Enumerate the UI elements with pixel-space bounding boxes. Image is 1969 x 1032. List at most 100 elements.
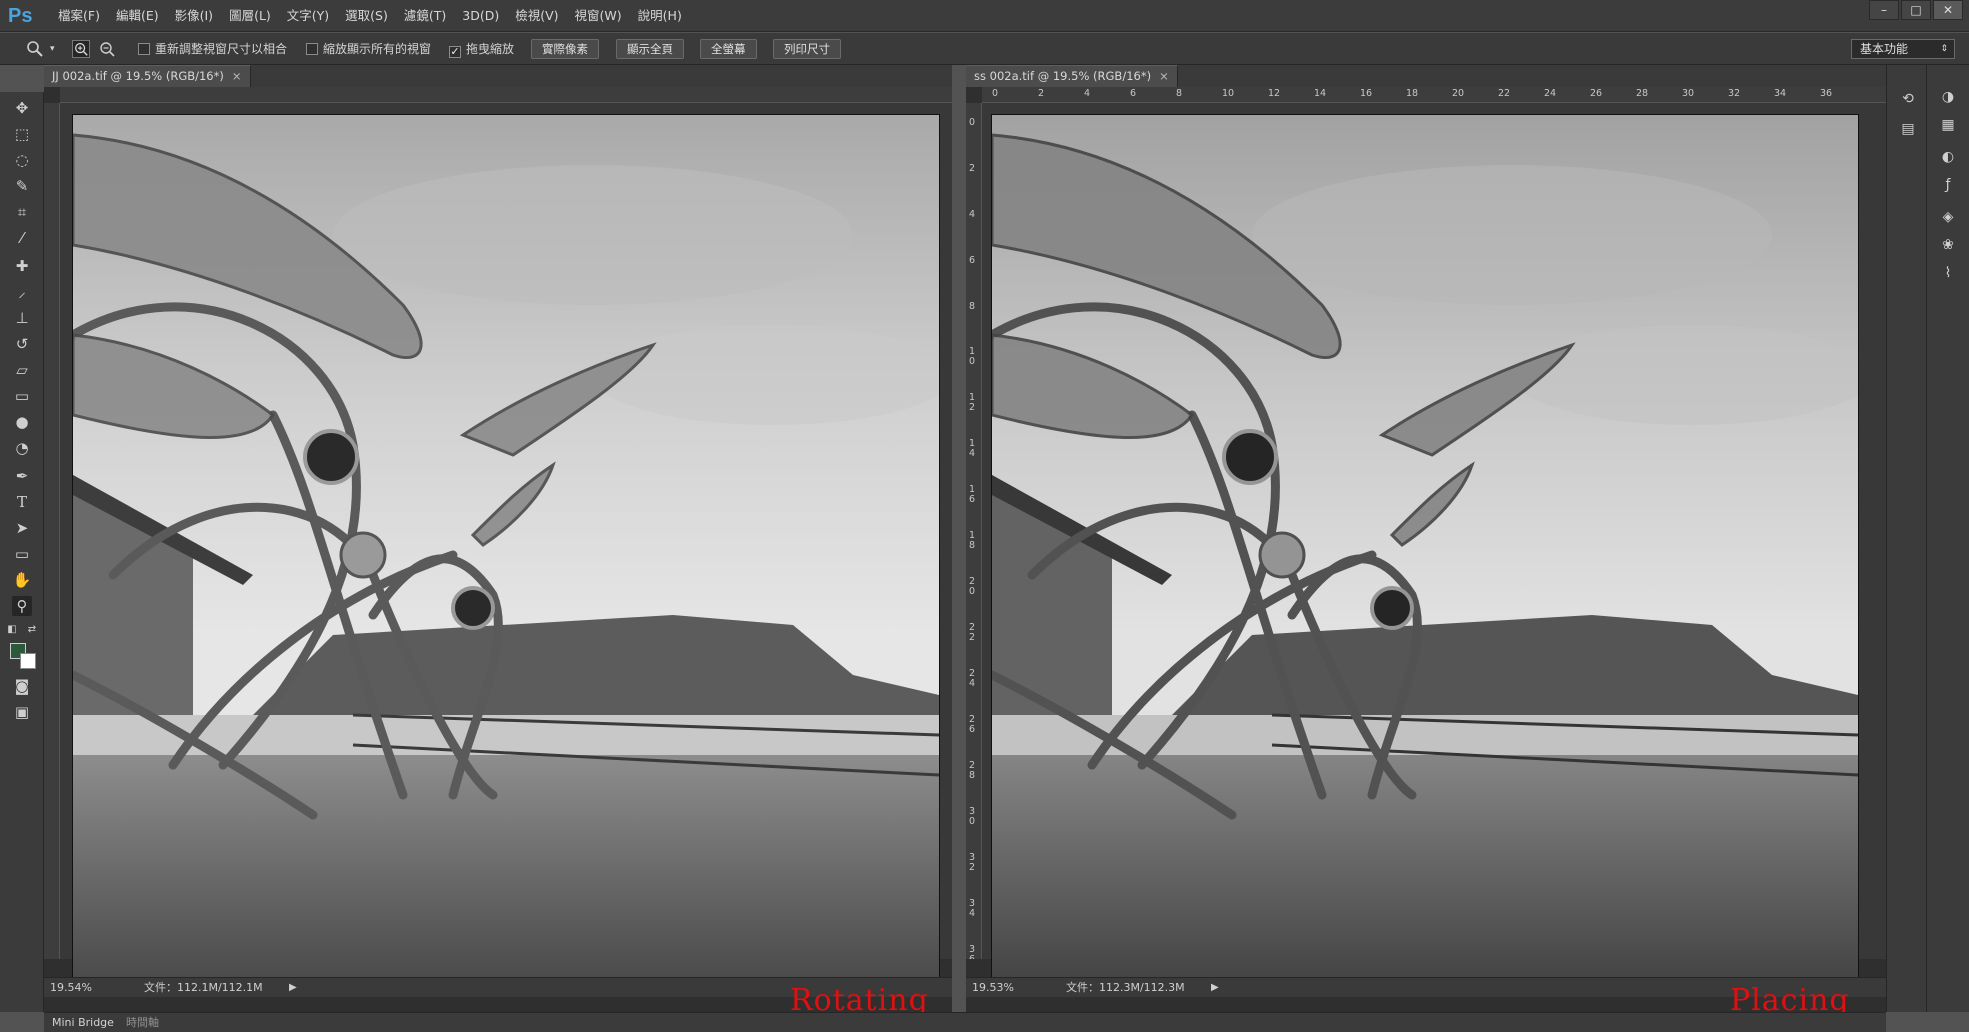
menu-window[interactable]: 視窗(W) — [567, 0, 630, 32]
toolbox: ✥ ⬚ ◌ ✎ ⌗ ⁄ ✚ ⸝ ⊥ ↺ ▱ ▭ ● ◔ ✒ T ➤ ▭ ✋ ⚲ … — [0, 92, 44, 1012]
ruler-label: 28 — [969, 760, 976, 781]
brush-icon[interactable]: ⸝ — [12, 282, 32, 302]
chevron-down-icon[interactable]: ▾ — [50, 39, 55, 59]
clone-stamp-icon[interactable]: ⊥ — [12, 308, 32, 328]
adjustments-panel-icon[interactable]: ◐ — [1938, 147, 1958, 167]
blur-icon[interactable]: ● — [12, 412, 32, 432]
zoom-tool-preset-icon[interactable] — [26, 40, 44, 58]
ruler-label: 6 — [969, 255, 976, 266]
quick-select-icon[interactable]: ✎ — [12, 176, 32, 196]
ruler-label: 26 — [969, 714, 976, 735]
document-tab-left[interactable]: JJ 002a.tif @ 19.5% (RGB/16*) × — [44, 65, 251, 87]
close-button[interactable]: ✕ — [1933, 0, 1963, 20]
ruler-label: 8 — [1176, 88, 1183, 99]
panel-icons-dock: ◑ ▦ ◐ ƒ ◈ ❀ ⌇ — [1926, 65, 1969, 1012]
healing-brush-icon[interactable]: ✚ — [12, 256, 32, 276]
scrubby-zoom-option[interactable]: ✓ 拖曳縮放 — [449, 39, 514, 59]
dodge-icon[interactable]: ◔ — [12, 438, 32, 458]
fit-screen-button[interactable]: 顯示全頁 — [616, 39, 684, 59]
screen-mode-icon[interactable]: ▣ — [12, 702, 32, 722]
zoom-level[interactable]: 19.54% — [50, 978, 92, 997]
document-tab-right[interactable]: ss 002a.tif @ 19.5% (RGB/16*) × — [966, 65, 1178, 87]
resize-windows-checkbox[interactable] — [138, 43, 150, 55]
path-select-icon[interactable]: ➤ — [12, 518, 32, 538]
type-icon[interactable]: T — [12, 492, 32, 512]
color-panel-icon[interactable]: ◑ — [1938, 87, 1958, 107]
menu-filter[interactable]: 濾鏡(T) — [396, 0, 454, 32]
ruler-label: 16 — [1360, 88, 1373, 99]
move-icon[interactable]: ✥ — [12, 98, 32, 118]
swatches-panel-icon[interactable]: ▦ — [1938, 115, 1958, 135]
zoom-out-icon[interactable] — [98, 40, 116, 58]
print-size-button[interactable]: 列印尺寸 — [773, 39, 841, 59]
menu-type[interactable]: 文字(Y) — [279, 0, 337, 32]
chevron-down-icon: ⇕ — [1940, 44, 1948, 54]
actual-pixels-button[interactable]: 實際像素 — [531, 39, 599, 59]
paths-panel-icon[interactable]: ⌇ — [1938, 263, 1958, 283]
pen-icon[interactable]: ✒ — [12, 466, 32, 486]
menu-3d[interactable]: 3D(D) — [454, 0, 507, 32]
channels-panel-icon[interactable]: ❀ — [1938, 235, 1958, 255]
gradient-icon[interactable]: ▭ — [12, 386, 32, 406]
ruler-left: 0 2 4 6 8 10 12 14 16 18 20 22 24 26 28 … — [966, 103, 982, 959]
canvas-area[interactable] — [60, 103, 952, 981]
menu-view[interactable]: 檢視(V) — [507, 0, 566, 32]
zoom-all-windows-option[interactable]: 縮放顯示所有的視窗 — [306, 39, 431, 59]
menu-select[interactable]: 選取(S) — [337, 0, 396, 32]
ruler-label: 14 — [969, 438, 976, 459]
scrubby-zoom-label: 拖曳縮放 — [466, 42, 515, 56]
zoom-all-windows-label: 縮放顯示所有的視窗 — [323, 42, 432, 56]
scrubby-zoom-checkbox[interactable]: ✓ — [449, 46, 461, 58]
minimize-button[interactable]: – — [1869, 0, 1899, 20]
mini-bridge-tab[interactable]: Mini Bridge — [46, 1013, 120, 1032]
close-tab-icon[interactable]: × — [232, 69, 242, 83]
zoom-in-icon[interactable] — [72, 40, 90, 58]
lasso-icon[interactable]: ◌ — [12, 150, 32, 170]
eraser-icon[interactable]: ▱ — [12, 360, 32, 380]
canvas-area[interactable] — [982, 103, 1886, 981]
hand-icon[interactable]: ✋ — [12, 570, 32, 590]
swap-colors-icon[interactable]: ⇄ — [26, 620, 38, 640]
default-colors-icon[interactable]: ◧ — [6, 620, 18, 640]
ruler-label: 12 — [969, 392, 976, 413]
document-size-info[interactable]: 文件：112.1M/112.1M — [144, 978, 263, 997]
marquee-icon[interactable]: ⬚ — [12, 124, 32, 144]
menu-image[interactable]: 影像(I) — [167, 0, 221, 32]
document-tab-title: ss 002a.tif @ 19.5% (RGB/16*) — [974, 69, 1152, 83]
history-brush-icon[interactable]: ↺ — [12, 334, 32, 354]
background-color-swatch[interactable] — [20, 653, 36, 669]
document-image — [992, 115, 1858, 981]
timeline-tab[interactable]: 時間軸 — [120, 1013, 165, 1032]
ruler-label: 2 — [969, 163, 976, 174]
status-menu-arrow-icon[interactable]: ▶ — [289, 978, 297, 997]
zoom-all-windows-checkbox[interactable] — [306, 43, 318, 55]
menu-help[interactable]: 說明(H) — [630, 0, 690, 32]
zoom-level[interactable]: 19.53% — [972, 978, 1014, 997]
styles-panel-icon[interactable]: ƒ — [1938, 175, 1958, 195]
ruler-label: 20 — [969, 576, 976, 597]
menu-file[interactable]: 檔案(F) — [50, 0, 108, 32]
workspace-select[interactable]: 基本功能 ⇕ — [1851, 39, 1955, 59]
eyedropper-icon[interactable]: ⁄ — [12, 228, 32, 248]
quick-mask-icon[interactable]: ◙ — [12, 676, 32, 696]
status-menu-arrow-icon[interactable]: ▶ — [1211, 978, 1219, 997]
document-size-info[interactable]: 文件：112.3M/112.3M — [1066, 978, 1185, 997]
ruler-label: 10 — [969, 346, 976, 367]
history-panel-icon[interactable]: ⟲ — [1898, 89, 1918, 109]
layers-panel-icon[interactable]: ◈ — [1938, 207, 1958, 227]
menu-layer[interactable]: 圖層(L) — [221, 0, 279, 32]
shape-icon[interactable]: ▭ — [12, 544, 32, 564]
crop-icon[interactable]: ⌗ — [12, 202, 32, 222]
ruler-label: 18 — [969, 530, 976, 551]
ruler-label: 12 — [1268, 88, 1281, 99]
fill-screen-button[interactable]: 全螢幕 — [700, 39, 757, 59]
ruler-label: 8 — [969, 301, 976, 312]
ruler-label: 20 — [1452, 88, 1465, 99]
resize-windows-label: 重新調整視窗尺寸以相合 — [155, 42, 288, 56]
close-tab-icon[interactable]: × — [1159, 69, 1169, 83]
zoom-icon[interactable]: ⚲ — [12, 596, 32, 616]
maximize-button[interactable]: □ — [1901, 0, 1931, 20]
resize-windows-option[interactable]: 重新調整視窗尺寸以相合 — [138, 39, 287, 59]
properties-panel-icon[interactable]: ▤ — [1898, 119, 1918, 139]
menu-edit[interactable]: 編輯(E) — [108, 0, 167, 32]
